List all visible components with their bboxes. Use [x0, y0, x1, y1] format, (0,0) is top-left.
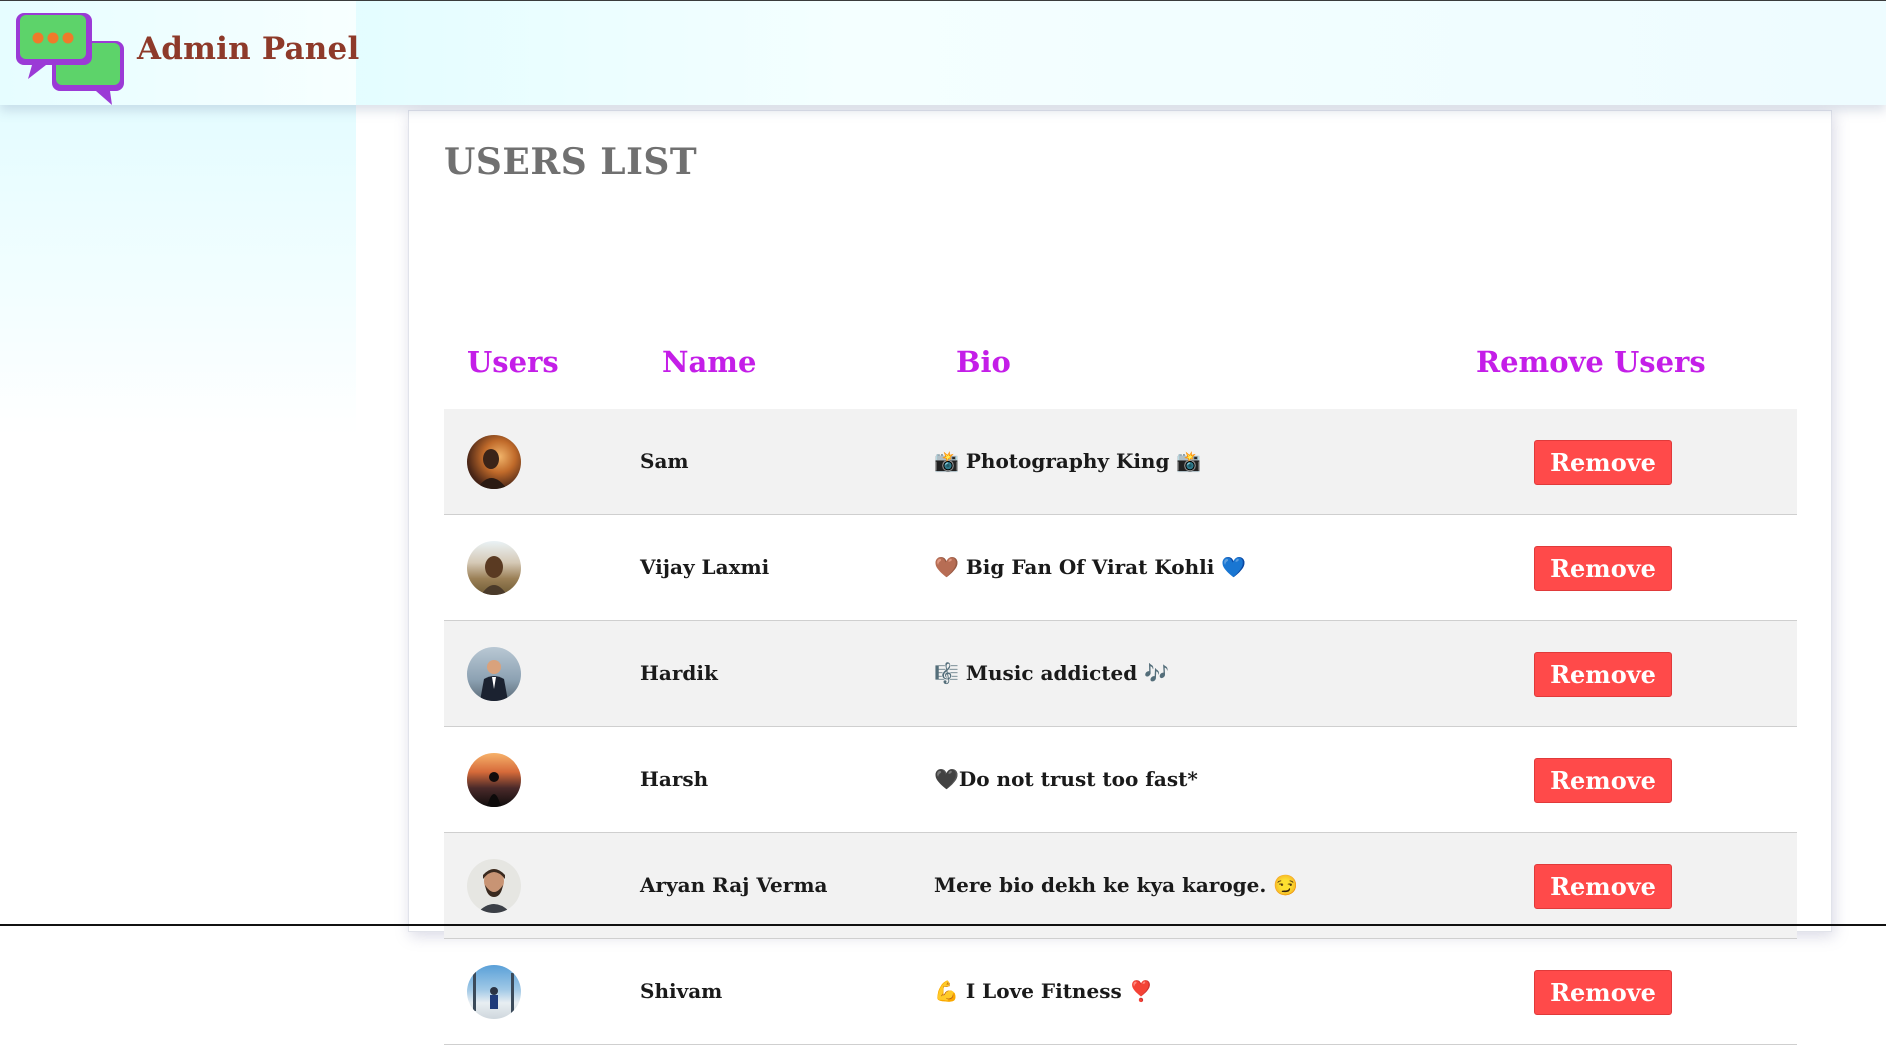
sidebar: [0, 105, 356, 435]
column-header-remove: Remove Users: [1476, 345, 1706, 379]
user-name: Sam: [640, 449, 689, 473]
user-name: Vijay Laxmi: [640, 555, 770, 579]
app-title: Admin Panel: [137, 31, 360, 67]
user-name: Aryan Raj Verma: [640, 873, 828, 897]
table-row: Hardik 🎼 Music addicted 🎶 Remove: [444, 621, 1797, 727]
user-name: Hardik: [640, 661, 718, 685]
table-header: Users Name Bio Remove Users: [444, 333, 1797, 410]
remove-user-button[interactable]: Remove: [1534, 758, 1672, 803]
user-bio: 📸 Photography King 📸: [934, 449, 1202, 473]
column-header-bio: Bio: [956, 345, 1011, 379]
column-header-users: Users: [467, 345, 559, 379]
table-row: Vijay Laxmi 🤎 Big Fan Of Virat Kohli 💙 R…: [444, 515, 1797, 621]
user-bio: 💪 I Love Fitness ❣️: [934, 979, 1154, 1003]
avatar: [467, 859, 521, 913]
avatar: [467, 753, 521, 807]
remove-user-button[interactable]: Remove: [1534, 864, 1672, 909]
user-name: Harsh: [640, 767, 709, 791]
chat-bubbles-icon: [16, 13, 124, 105]
users-card: USERS LIST Users Name Bio Remove Users S…: [408, 110, 1832, 1045]
user-bio: Mere bio dekh ke kya karoge. 😏: [934, 873, 1299, 897]
user-name: Shivam: [640, 979, 723, 1003]
avatar: [467, 541, 521, 595]
brand: Admin Panel: [0, 1, 360, 105]
users-table-body: Sam 📸 Photography King 📸 Remove Vijay La…: [444, 409, 1797, 1045]
avatar: [467, 435, 521, 489]
avatar: [467, 647, 521, 701]
user-bio: 🖤Do not trust too fast*: [934, 767, 1198, 791]
remove-user-button[interactable]: Remove: [1534, 440, 1672, 485]
user-bio: 🤎 Big Fan Of Virat Kohli 💙: [934, 555, 1247, 579]
user-bio: 🎼 Music addicted 🎶: [934, 661, 1170, 685]
avatar: [467, 965, 521, 1019]
table-row: Sam 📸 Photography King 📸 Remove: [444, 409, 1797, 515]
header: Admin Panel: [0, 1, 1886, 105]
remove-user-button[interactable]: Remove: [1534, 546, 1672, 591]
column-header-name: Name: [662, 345, 757, 379]
page-title: USERS LIST: [444, 141, 698, 183]
remove-user-button[interactable]: Remove: [1534, 970, 1672, 1015]
table-row: Harsh 🖤Do not trust too fast* Remove: [444, 727, 1797, 833]
table-row: Shivam 💪 I Love Fitness ❣️ Remove: [444, 939, 1797, 1045]
remove-user-button[interactable]: Remove: [1534, 652, 1672, 697]
